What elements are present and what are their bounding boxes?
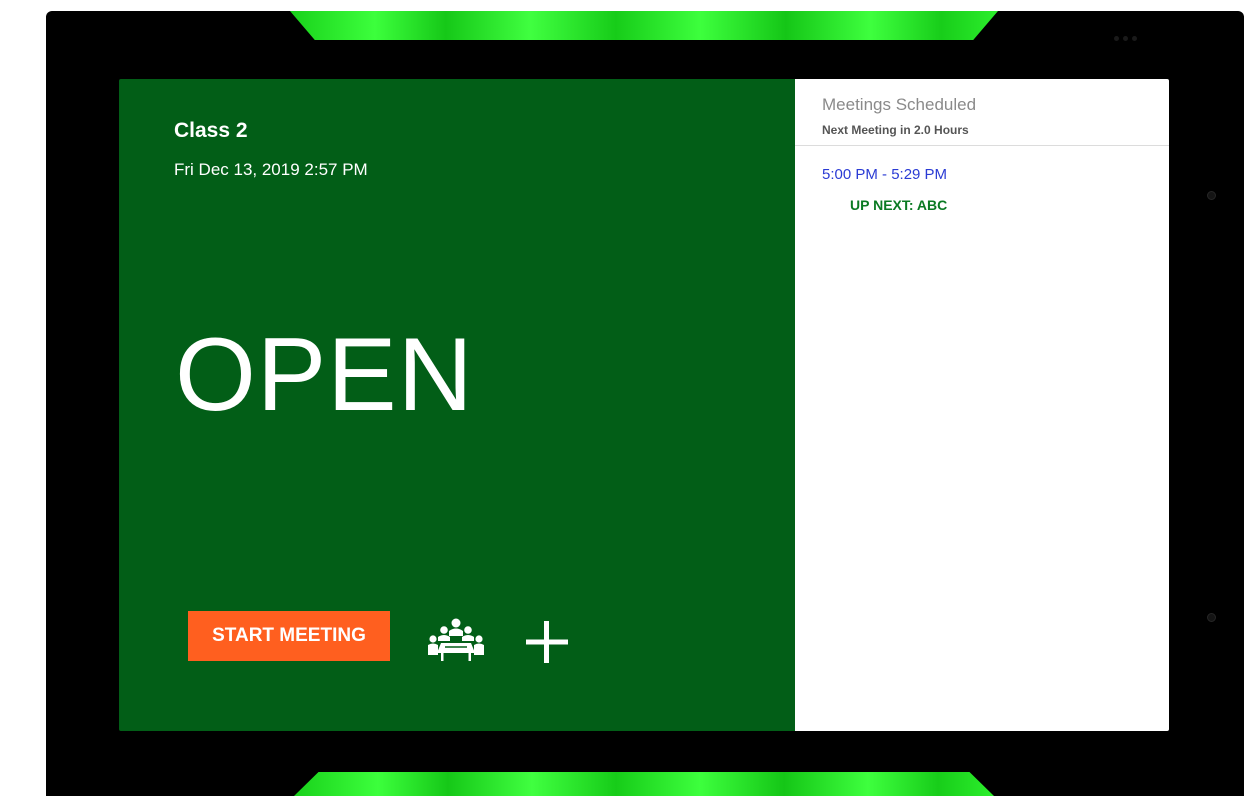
room-scheduler-page: Class 2 Fri Dec 13, 2019 2:57 PM OPEN ST… bbox=[0, 0, 1255, 796]
plus-icon bbox=[526, 621, 568, 663]
next-meeting-countdown: Next Meeting in 2.0 Hours bbox=[822, 123, 969, 137]
add-meeting-button[interactable] bbox=[524, 619, 570, 665]
attendees-button[interactable] bbox=[427, 617, 485, 663]
schedule-header: Meetings Scheduled Next Meeting in 2.0 H… bbox=[795, 79, 1169, 146]
display-screen: Class 2 Fri Dec 13, 2019 2:57 PM OPEN ST… bbox=[119, 79, 1169, 731]
meeting-time: 5:00 PM - 5:29 PM bbox=[822, 166, 948, 183]
led-light-bar-bottom bbox=[294, 772, 994, 796]
schedule-title: Meetings Scheduled bbox=[822, 95, 977, 114]
bezel-sensor-upper bbox=[1207, 191, 1216, 200]
sensor-dot bbox=[1132, 36, 1137, 41]
led-light-bar-top bbox=[290, 11, 998, 40]
meeting-list-item[interactable]: 5:00 PM - 5:29 PM UP NEXT: ABC bbox=[822, 166, 1142, 213]
meeting-up-next-label: UP NEXT: ABC bbox=[850, 197, 948, 213]
room-name: Class 2 bbox=[174, 119, 248, 142]
room-status: OPEN bbox=[175, 317, 474, 433]
meeting-attendees-icon bbox=[428, 618, 484, 661]
bezel-sensor-lower bbox=[1207, 613, 1216, 622]
camera-sensors bbox=[1114, 36, 1137, 41]
sensor-dot bbox=[1114, 36, 1119, 41]
sensor-dot bbox=[1123, 36, 1128, 41]
start-meeting-button[interactable]: START MEETING bbox=[188, 611, 390, 661]
room-status-panel: Class 2 Fri Dec 13, 2019 2:57 PM OPEN ST… bbox=[119, 79, 795, 731]
schedule-panel: Meetings Scheduled Next Meeting in 2.0 H… bbox=[795, 79, 1169, 731]
current-datetime: Fri Dec 13, 2019 2:57 PM bbox=[174, 160, 368, 179]
